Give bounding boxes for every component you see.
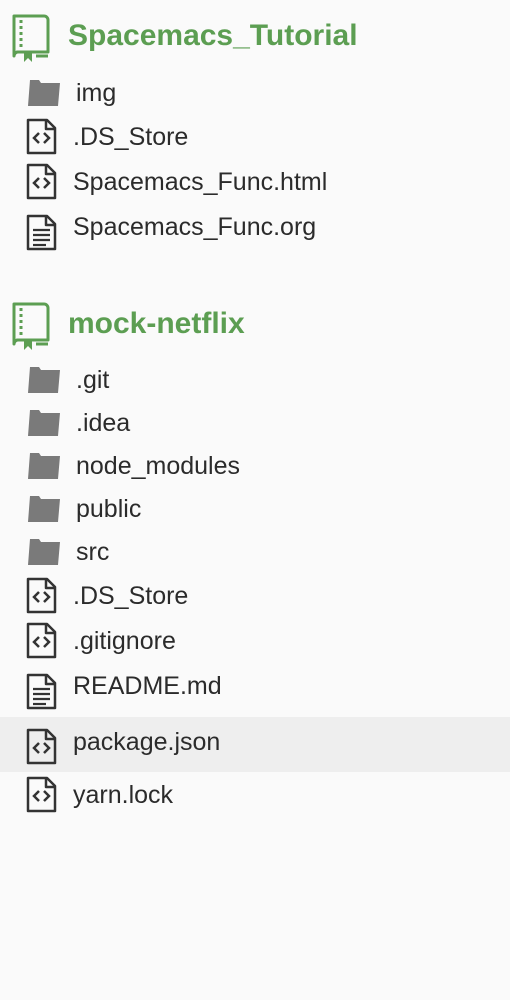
- tree-row-file-spacemacs-func-html[interactable]: Spacemacs_Func.html: [0, 160, 510, 204]
- repo-header-spacemacs-tutorial[interactable]: Spacemacs_Tutorial: [0, 12, 510, 62]
- item-label: yarn.lock: [73, 781, 174, 809]
- code-file-icon: [24, 162, 64, 202]
- item-label: node_modules: [76, 452, 241, 480]
- file-tree-panel: Spacemacs_Tutorial img .DS_Store Spacema…: [0, 0, 510, 1000]
- text-file-icon: [24, 672, 64, 712]
- tree-row-file-package-json[interactable]: package.json: [0, 717, 510, 772]
- code-file-icon: [24, 117, 64, 157]
- folder-icon: [24, 446, 64, 486]
- code-file-icon: [24, 775, 64, 815]
- item-label: .DS_Store: [73, 582, 189, 610]
- tree-row-folder-git[interactable]: .git: [0, 358, 510, 402]
- text-file-icon: [24, 213, 64, 253]
- tree-row-file-yarn-lock[interactable]: yarn.lock: [0, 773, 510, 817]
- tree-row-folder-idea[interactable]: .idea: [0, 401, 510, 445]
- tree-row-file-readme[interactable]: README.md: [0, 664, 510, 710]
- code-file-icon: [24, 576, 64, 616]
- code-file-icon: [24, 621, 64, 661]
- tree-row-folder-img[interactable]: img: [0, 71, 510, 115]
- folder-icon: [24, 489, 64, 529]
- folder-icon: [24, 73, 64, 113]
- repo-title: mock-netflix: [68, 307, 245, 340]
- item-label: public: [76, 495, 142, 523]
- item-label: src: [76, 538, 110, 566]
- item-label: Spacemacs_Func.html: [73, 168, 328, 196]
- folder-icon: [24, 360, 64, 400]
- item-label: .DS_Store: [73, 123, 189, 151]
- tree-row-file-spacemacs-func-org[interactable]: Spacemacs_Func.org: [0, 205, 510, 251]
- item-label: README.md: [73, 672, 222, 700]
- item-label: .git: [76, 366, 110, 394]
- tree-row-folder-node-modules[interactable]: node_modules: [0, 444, 510, 488]
- tree-row-file-gitignore[interactable]: .gitignore: [0, 619, 510, 663]
- item-label: .gitignore: [73, 627, 176, 655]
- folder-icon: [24, 532, 64, 572]
- folder-icon: [24, 403, 64, 443]
- tree-row-folder-public[interactable]: public: [0, 487, 510, 531]
- item-label: package.json: [73, 728, 221, 756]
- tree-row-file-ds-store[interactable]: .DS_Store: [0, 115, 510, 159]
- item-label: .idea: [76, 409, 131, 437]
- tree-row-file-ds-store[interactable]: .DS_Store: [0, 574, 510, 618]
- repo-book-icon: [10, 12, 54, 62]
- tree-row-folder-src[interactable]: src: [0, 530, 510, 574]
- item-label: img: [76, 79, 117, 107]
- item-label: Spacemacs_Func.org: [73, 213, 317, 241]
- repo-book-icon: [10, 300, 54, 350]
- repo-header-mock-netflix[interactable]: mock-netflix: [0, 300, 510, 350]
- repo-title: Spacemacs_Tutorial: [68, 19, 358, 52]
- code-file-icon: [24, 727, 64, 767]
